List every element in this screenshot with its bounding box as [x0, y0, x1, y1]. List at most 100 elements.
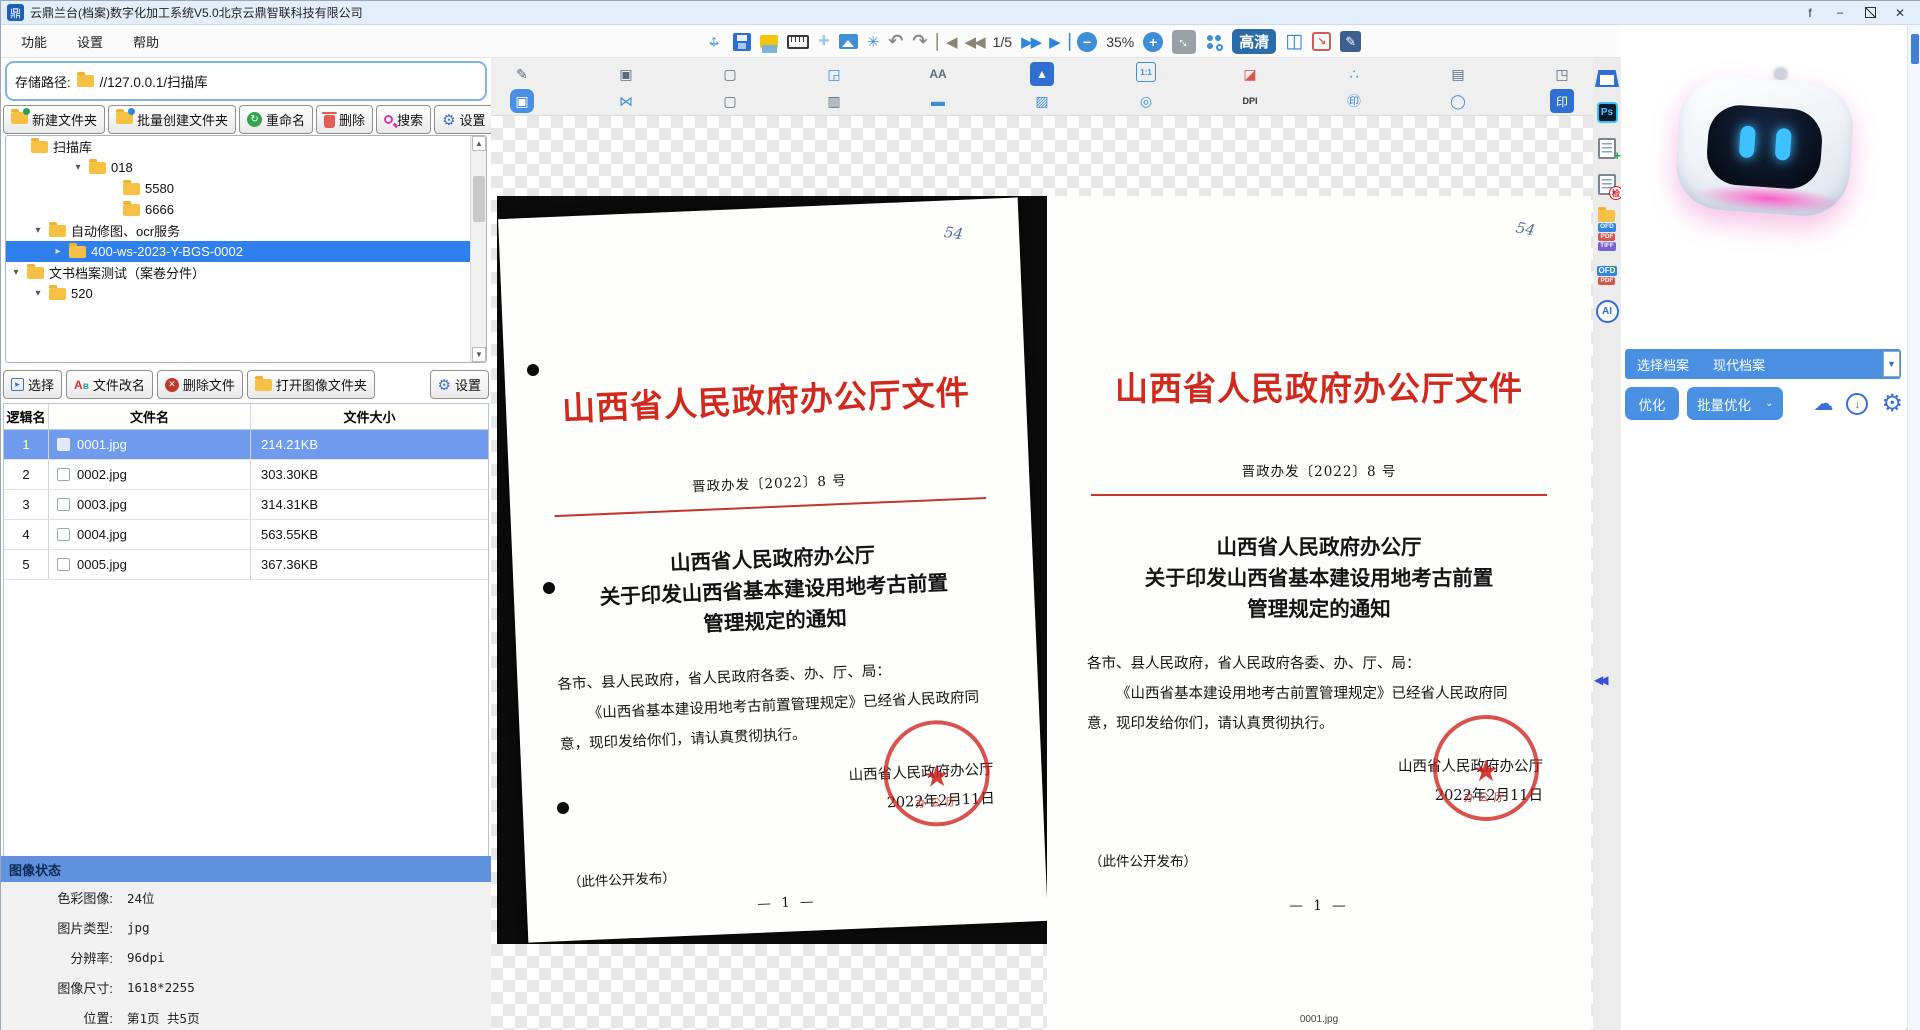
table-row[interactable]: 1 0001.jpg 214.21KB [4, 430, 488, 460]
ocr-check-icon[interactable]: 检 [1598, 174, 1616, 195]
hatch-fill-icon[interactable]: ▨ [1030, 89, 1054, 113]
archive-select-bar[interactable]: 选择档案 现代档案 ▼ [1625, 349, 1901, 379]
edit-document-icon[interactable]: ▣ [510, 89, 534, 113]
export-image-icon[interactable] [839, 34, 858, 49]
row-checkbox[interactable] [57, 528, 70, 541]
crosshair-icon[interactable]: + [818, 30, 830, 53]
tree-item-018[interactable]: ▾ 018 [6, 157, 486, 178]
next-page-button[interactable]: ▶▶ [1021, 33, 1040, 51]
select-button[interactable]: ▸ 选择 [3, 370, 62, 399]
zoom-out-button[interactable]: − [1077, 32, 1097, 52]
search-button[interactable]: 搜索 [376, 105, 431, 134]
eraser-icon[interactable]: ◪ [1238, 62, 1262, 86]
batch-optimize-button[interactable]: 批量优化 ⌄ [1687, 387, 1784, 420]
select-region-icon[interactable]: ▢ [718, 62, 742, 86]
cloud-upload-icon[interactable]: ☁ [1813, 394, 1833, 414]
settings-button[interactable]: ⚙ 设置 [434, 105, 493, 134]
document-page-original[interactable]: 54 山西省人民政府办公厅文件 晋政办发〔2022〕8 号 山西省人民政府办公厅… [498, 197, 1048, 942]
compare-view-icon[interactable]: ◫ [1285, 30, 1303, 53]
last-page-button[interactable]: ▶▕ [1049, 33, 1068, 51]
row-checkbox[interactable] [57, 558, 70, 571]
format-convert-icon[interactable]: OFD PDF TIFF [1598, 210, 1616, 251]
scroll-down-icon[interactable]: ▼ [472, 347, 486, 362]
scanner-icon[interactable] [1595, 70, 1619, 87]
fit-to-window-button[interactable]: ↔ [1172, 30, 1196, 54]
maximize-button[interactable] [1855, 2, 1885, 24]
tree-item-auto-ocr[interactable]: ▾ 自动修图、ocr服务 [6, 220, 486, 241]
save-icon[interactable] [733, 33, 751, 51]
scroll-up-icon[interactable]: ▲ [472, 136, 486, 151]
download-icon[interactable]: ↓ [1846, 393, 1868, 415]
tree-item-5580[interactable]: 5580 [6, 178, 486, 199]
pdf-to-ofd-icon[interactable]: OFD PDF [1597, 266, 1618, 286]
row-checkbox[interactable] [57, 468, 70, 481]
disc-icon[interactable]: ◎ [1134, 89, 1158, 113]
pen-tool-icon[interactable]: ✎ [510, 62, 534, 86]
menu-settings[interactable]: 设置 [65, 28, 115, 55]
close-button[interactable]: ✕ [1885, 2, 1915, 24]
row-checkbox[interactable] [57, 498, 70, 511]
thumbnail-zoom-icon[interactable] [1205, 33, 1223, 51]
dropdown-arrow-icon[interactable]: ▼ [1883, 351, 1900, 377]
file-settings-button[interactable]: ⚙ 设置 [430, 370, 489, 399]
tree-item-6666[interactable]: 6666 [6, 199, 486, 220]
redo-icon[interactable]: ↷ [912, 31, 927, 52]
hd-mode-button[interactable]: 高清 [1232, 29, 1276, 54]
undo-icon[interactable]: ↶ [888, 31, 903, 52]
font-icon[interactable]: AA [926, 62, 950, 86]
menu-function[interactable]: 功能 [9, 28, 59, 55]
edge-scrollbar[interactable] [1907, 25, 1920, 1030]
annotate-pen-icon[interactable]: ✎ [1340, 31, 1361, 52]
picture-icon[interactable]: ▥ [822, 89, 846, 113]
one-to-one-icon[interactable]: 1:1 [1136, 62, 1156, 82]
table-row[interactable]: 2 0002.jpg 303.30KB [4, 460, 488, 490]
tree-scrollbar[interactable]: ▲ ▼ [470, 136, 486, 362]
despeckle-icon[interactable]: ∴ [1342, 62, 1366, 86]
dpi-icon[interactable]: DPI [1238, 89, 1262, 113]
ai-assistant-icon[interactable]: AI [1596, 300, 1619, 323]
table-row[interactable]: 3 0003.jpg 314.31KB [4, 490, 488, 520]
crop-icon[interactable]: ◲ [822, 62, 846, 86]
table-row[interactable]: 4 0004.jpg 563.55KB [4, 520, 488, 550]
tree-item-520[interactable]: ▾ 520 [6, 283, 486, 304]
scrollbar-thumb[interactable] [1911, 34, 1919, 64]
settings-gear-icon[interactable]: ⚙ [1881, 392, 1903, 416]
menu-help[interactable]: 帮助 [121, 28, 171, 55]
scrollbar-thumb[interactable] [473, 176, 485, 222]
table-row[interactable]: 5 0005.jpg 367.36KB [4, 550, 488, 580]
collapse-panel-icon[interactable]: ◀◀ [1594, 673, 1604, 687]
new-folder-button[interactable]: 新建文件夹 [3, 105, 105, 134]
ellipse-tool-icon[interactable]: ◯ [1446, 89, 1470, 113]
fullscreen-button[interactable]: f [1795, 2, 1825, 24]
tree-item-400-ws-selected[interactable]: ▸ 400-ws-2023-Y-BGS-0002 [6, 241, 486, 262]
first-page-button[interactable]: ▏◀ [936, 33, 955, 51]
open-image-folder-button[interactable]: 打开图像文件夹 [247, 370, 375, 399]
scan-original[interactable]: 54 山西省人民政府办公厅文件 晋政办发〔2022〕8 号 山西省人民政府办公厅… [497, 196, 1049, 944]
pan-tool-icon[interactable]: ↔ ↕ [704, 32, 724, 52]
mirror-icon[interactable]: ⋈ [614, 89, 638, 113]
page-flip-icon[interactable]: ◳ [1550, 62, 1574, 86]
document-page-processed[interactable]: 54 山西省人民政府办公厅文件 晋政办发〔2022〕8 号 山西省人民政府办公厅… [1047, 196, 1591, 1030]
copy-page-icon[interactable]: ▣ [614, 62, 638, 86]
magic-wand-icon[interactable]: ✳ [867, 33, 880, 51]
storage-path-box[interactable]: 存储路径: //127.0.0.1/扫描库 [5, 61, 487, 101]
delete-file-button[interactable]: ✕ 删除文件 [157, 370, 243, 399]
marquee-icon[interactable]: ▢ [718, 89, 742, 113]
batch-create-folder-button[interactable]: 批量创建文件夹 [108, 105, 236, 134]
rename-file-button[interactable]: Aʙ 文件改名 [66, 370, 153, 399]
tree-item-scan-library[interactable]: 扫描库 [6, 136, 486, 157]
photoshop-icon[interactable]: Ps [1597, 102, 1618, 123]
row-checkbox[interactable] [57, 438, 70, 451]
copy-page-icon[interactable] [760, 35, 778, 48]
resize-icon[interactable]: ↘ [1312, 32, 1331, 51]
table-tool-icon[interactable]: ▤ [1446, 62, 1470, 86]
print-seal-icon[interactable]: 印 [1550, 89, 1574, 113]
zoom-in-button[interactable]: + [1143, 32, 1163, 52]
previous-page-button[interactable]: ◀◀ [965, 33, 984, 51]
image-chip-icon[interactable]: ▲ [1030, 62, 1054, 86]
optimize-button[interactable]: 优化 [1625, 387, 1679, 420]
crop-bar-icon[interactable]: ▬ [926, 89, 950, 113]
document-canvas[interactable]: 54 山西省人民政府办公厅文件 晋政办发〔2022〕8 号 山西省人民政府办公厅… [491, 116, 1593, 1030]
delete-button[interactable]: 删除 [316, 105, 373, 134]
minimize-button[interactable]: − [1825, 2, 1855, 24]
